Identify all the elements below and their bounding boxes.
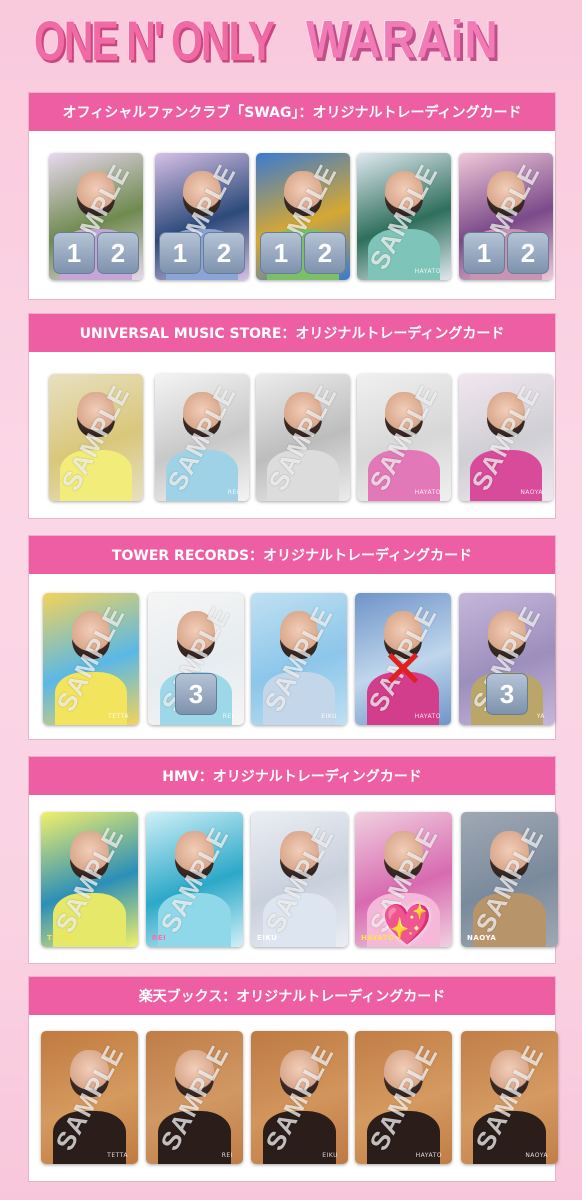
trading-card[interactable]: SAMPLE12 bbox=[459, 153, 553, 280]
number-badges: 3 bbox=[175, 673, 217, 715]
album-logo: WARAiN bbox=[306, 8, 499, 70]
section-title: オフィシャルファンクラブ「SWAG」：オリジナルトレーディングカード bbox=[29, 93, 555, 131]
member-name-label: EIKU bbox=[257, 934, 277, 942]
trading-card[interactable]: SAMPLEYA3 bbox=[459, 593, 555, 725]
number-badges: 12 bbox=[463, 232, 549, 274]
member-name-label: REI bbox=[152, 934, 166, 942]
trading-card[interactable]: SAMPLENAOYA bbox=[461, 812, 558, 947]
store-section: TOWER RECORDS：オリジナルトレーディングカード SAMPLETETTA… bbox=[28, 535, 556, 740]
member-name-label: TETTA bbox=[107, 1152, 128, 1159]
keycap-number-icon: 3 bbox=[486, 673, 528, 715]
keycap-number-icon: 2 bbox=[507, 232, 549, 274]
store-section: HMV：オリジナルトレーディングカードSAMPLETETTASAMPLEREIS… bbox=[28, 756, 556, 964]
member-name-label: EIKU bbox=[322, 1152, 338, 1159]
keycap-number-icon: 1 bbox=[463, 232, 505, 274]
sparkling-heart-icon: 💖 bbox=[382, 905, 432, 945]
member-name-label: HAYATO bbox=[415, 489, 441, 496]
trading-card[interactable]: SAMPLETETTA bbox=[41, 1031, 138, 1164]
member-name-label: NAOYA bbox=[520, 489, 543, 496]
trading-card[interactable]: SAMPLEREI bbox=[155, 374, 249, 501]
member-name-label: YA bbox=[537, 713, 545, 720]
cross-mark-icon: ✕ bbox=[381, 644, 425, 696]
trading-card[interactable]: SAMPLEEIKU bbox=[251, 593, 347, 725]
trading-card[interactable]: SAMPLE bbox=[256, 374, 350, 501]
trading-card[interactable]: SAMPLENAOYA bbox=[461, 1031, 558, 1164]
member-name-label: EIKU bbox=[321, 713, 337, 720]
member-name-label: REI bbox=[223, 713, 234, 720]
keycap-number-icon: 1 bbox=[159, 232, 201, 274]
number-badges: 12 bbox=[260, 232, 346, 274]
trading-card[interactable]: SAMPLEREI bbox=[146, 812, 243, 947]
member-name-label: NAOYA bbox=[525, 1152, 548, 1159]
keycap-number-icon: 2 bbox=[203, 232, 245, 274]
page-header: ONE N' ONLY WARAiN bbox=[0, 0, 582, 78]
trading-card[interactable]: SAMPLEHAYATO bbox=[357, 153, 451, 280]
trading-card[interactable]: SAMPLETETTA bbox=[41, 812, 138, 947]
store-section: 楽天ブックス：オリジナルトレーディングカード SAMPLETETTASAMPLER… bbox=[28, 976, 556, 1182]
trading-card[interactable]: SAMPLEREI3 bbox=[148, 593, 244, 725]
keycap-number-icon: 1 bbox=[53, 232, 95, 274]
section-title: UNIVERSAL MUSIC STORE：オリジナルトレーディングカード bbox=[29, 314, 555, 352]
trading-card[interactable]: SAMPLEEIKU bbox=[251, 812, 348, 947]
trading-card[interactable]: SAMPLENAOYA bbox=[459, 374, 553, 501]
section-title: HMV：オリジナルトレーディングカード bbox=[29, 757, 555, 795]
keycap-number-icon: 2 bbox=[304, 232, 346, 274]
store-section: UNIVERSAL MUSIC STORE：オリジナルトレーディングカード SAM… bbox=[28, 313, 556, 519]
member-name-label: REI bbox=[228, 489, 239, 496]
member-name-label: HAYATO bbox=[416, 1152, 442, 1159]
keycap-number-icon: 1 bbox=[260, 232, 302, 274]
keycap-number-icon: 3 bbox=[175, 673, 217, 715]
trading-card[interactable]: SAMPLEHAYATO bbox=[357, 374, 451, 501]
trading-card[interactable]: SAMPLETETTA bbox=[43, 593, 139, 725]
member-name-label: NAOYA bbox=[467, 934, 496, 942]
trading-card[interactable]: SAMPLE bbox=[49, 374, 143, 501]
member-name-label: HAYATO bbox=[415, 713, 441, 720]
number-badges: 12 bbox=[159, 232, 245, 274]
trading-card[interactable]: SAMPLE12 bbox=[155, 153, 249, 280]
number-badges: 12 bbox=[53, 232, 139, 274]
trading-card[interactable]: SAMPLE12 bbox=[49, 153, 143, 280]
trading-card[interactable]: SAMPLEHAYATO✦💖 bbox=[355, 812, 452, 947]
trading-card[interactable]: SAMPLEREI bbox=[146, 1031, 243, 1164]
section-title: TOWER RECORDS：オリジナルトレーディングカード bbox=[29, 536, 555, 574]
trading-card[interactable]: SAMPLE12 bbox=[256, 153, 350, 280]
member-name-label: TETTA bbox=[108, 713, 129, 720]
keycap-number-icon: 2 bbox=[97, 232, 139, 274]
trading-card[interactable]: SAMPLEHAYATO bbox=[355, 1031, 452, 1164]
trading-card[interactable]: SAMPLEHAYATO✕ bbox=[355, 593, 451, 725]
member-name-label: REI bbox=[222, 1152, 233, 1159]
section-title: 楽天ブックス：オリジナルトレーディングカード bbox=[29, 977, 555, 1015]
member-name-label: HAYATO bbox=[415, 268, 441, 275]
member-name-label: TETTA bbox=[47, 934, 74, 942]
trading-card[interactable]: SAMPLEEIKU bbox=[251, 1031, 348, 1164]
group-logo: ONE N' ONLY bbox=[34, 10, 273, 73]
store-section: オフィシャルファンクラブ「SWAG」：オリジナルトレーディングカード SAMPLE… bbox=[28, 92, 556, 300]
number-badges: 3 bbox=[486, 673, 528, 715]
